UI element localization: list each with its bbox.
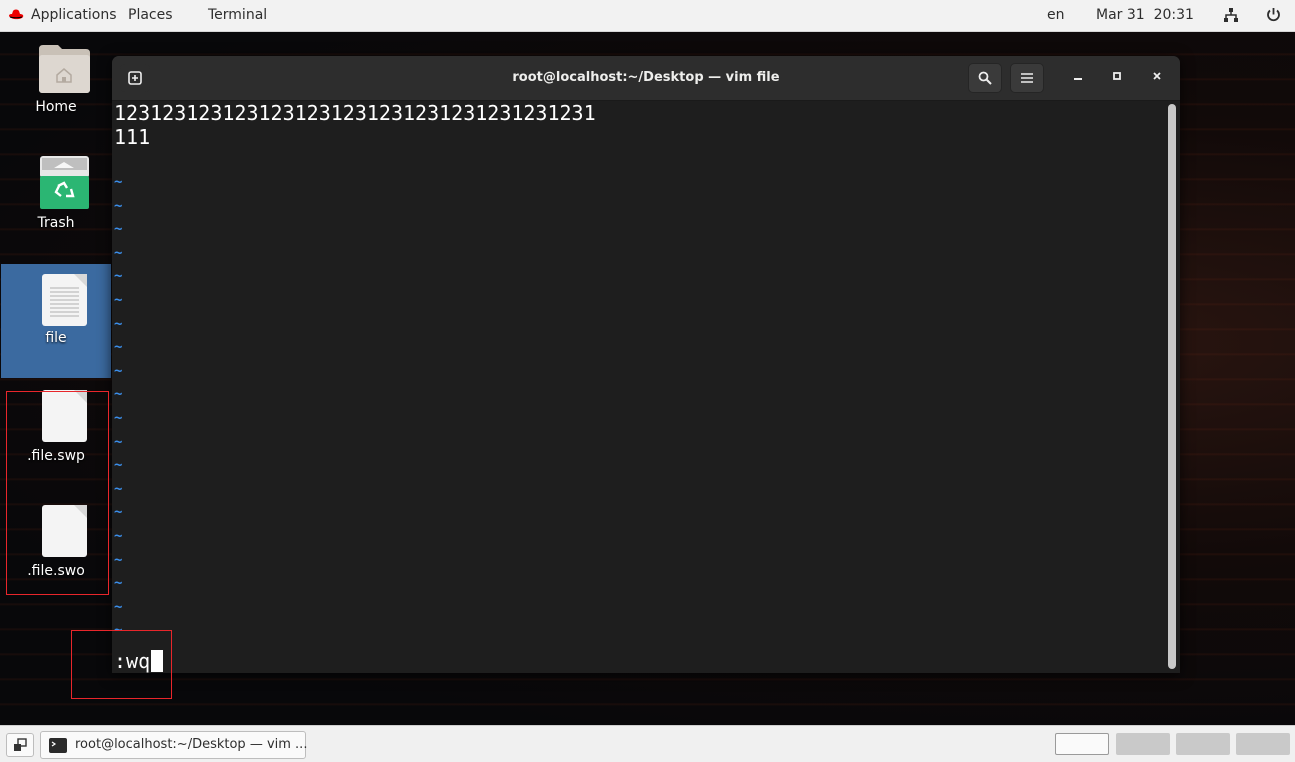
terminal-header-bar[interactable]: root@localhost:~/Desktop — vim file bbox=[112, 56, 1180, 101]
clock[interactable]: Mar 31 20:31 bbox=[1096, 0, 1194, 31]
minimize-icon bbox=[1074, 78, 1082, 80]
top-bar: Applications Places Terminal en Mar 31 2… bbox=[0, 0, 1295, 32]
menu-button[interactable] bbox=[1010, 63, 1044, 93]
close-icon bbox=[1153, 72, 1161, 80]
home-folder-icon bbox=[39, 45, 90, 93]
desktop-icon-home[interactable]: Home bbox=[0, 40, 112, 120]
hamburger-menu-icon bbox=[1021, 73, 1033, 83]
terminal-app-menu[interactable]: Terminal bbox=[208, 0, 267, 31]
tilde-marker: ~ bbox=[114, 339, 123, 356]
power-icon[interactable] bbox=[1266, 7, 1281, 22]
terminal-icon bbox=[49, 738, 67, 753]
places-menu[interactable]: Places bbox=[128, 0, 173, 31]
tilde-marker: ~ bbox=[114, 386, 123, 403]
maximize-button[interactable] bbox=[1103, 63, 1131, 93]
tilde-marker: ~ bbox=[114, 362, 123, 379]
language-indicator[interactable]: en bbox=[1047, 0, 1065, 31]
desktop-icon-label: file bbox=[45, 330, 67, 346]
tilde-marker: ~ bbox=[114, 598, 123, 615]
redhat-logo-icon bbox=[9, 9, 24, 20]
tilde-marker: ~ bbox=[114, 268, 123, 285]
tilde-marker: ~ bbox=[114, 480, 123, 497]
search-icon bbox=[978, 71, 992, 85]
tilde-marker: ~ bbox=[114, 504, 123, 521]
scrollbar[interactable] bbox=[1168, 104, 1176, 669]
desktop-icon-label: Trash bbox=[37, 215, 75, 231]
search-button[interactable] bbox=[968, 63, 1002, 93]
tilde-marker: ~ bbox=[114, 433, 123, 450]
workspace-2[interactable] bbox=[1116, 733, 1170, 755]
workspace-4[interactable] bbox=[1236, 733, 1290, 755]
workspace-1[interactable] bbox=[1055, 733, 1109, 755]
taskbar-item-terminal[interactable]: root@localhost:~/Desktop — vim ... bbox=[40, 731, 308, 759]
desktop-icon-file[interactable]: file bbox=[0, 272, 112, 352]
tilde-marker: ~ bbox=[114, 315, 123, 332]
terminal-window[interactable]: root@localhost:~/Desktop — vim file 1231… bbox=[112, 56, 1180, 673]
trash-icon bbox=[40, 156, 89, 209]
close-button[interactable] bbox=[1143, 63, 1171, 93]
vim-editor[interactable]: 1231231231231231231231231231231231231231… bbox=[114, 100, 1164, 673]
tilde-marker: ~ bbox=[114, 528, 123, 544]
tilde-marker: ~ bbox=[114, 457, 123, 474]
maximize-icon bbox=[1113, 72, 1121, 80]
highlight-box-command bbox=[71, 630, 172, 699]
tilde-marker: ~ bbox=[114, 244, 123, 261]
desktop-icon-trash[interactable]: Trash bbox=[0, 155, 112, 235]
tilde-marker: ~ bbox=[114, 575, 123, 592]
bottom-taskbar: root@localhost:~/Desktop — vim ... bbox=[0, 725, 1295, 762]
tilde-marker: ~ bbox=[114, 197, 123, 214]
tilde-marker: ~ bbox=[114, 174, 123, 190]
buffer-line-2: 111 bbox=[114, 125, 151, 149]
tilde-marker: ~ bbox=[114, 410, 123, 426]
desktop-icon-label: Home bbox=[35, 99, 77, 115]
highlight-box-swap-files bbox=[6, 391, 109, 595]
taskbar-item-label: root@localhost:~/Desktop — vim ... bbox=[75, 737, 308, 752]
network-icon[interactable] bbox=[1224, 8, 1238, 22]
minimize-button[interactable] bbox=[1064, 63, 1092, 93]
tilde-marker: ~ bbox=[114, 551, 123, 568]
applications-menu[interactable]: Applications bbox=[31, 0, 117, 31]
buffer-line-1: 1231231231231231231231231231231231231231 bbox=[114, 101, 596, 125]
workspace-3[interactable] bbox=[1176, 733, 1230, 755]
show-desktop-button[interactable] bbox=[6, 733, 34, 757]
text-file-icon bbox=[42, 274, 87, 326]
show-desktop-icon bbox=[14, 738, 27, 751]
tilde-marker: ~ bbox=[114, 292, 123, 308]
tilde-marker: ~ bbox=[114, 221, 123, 238]
